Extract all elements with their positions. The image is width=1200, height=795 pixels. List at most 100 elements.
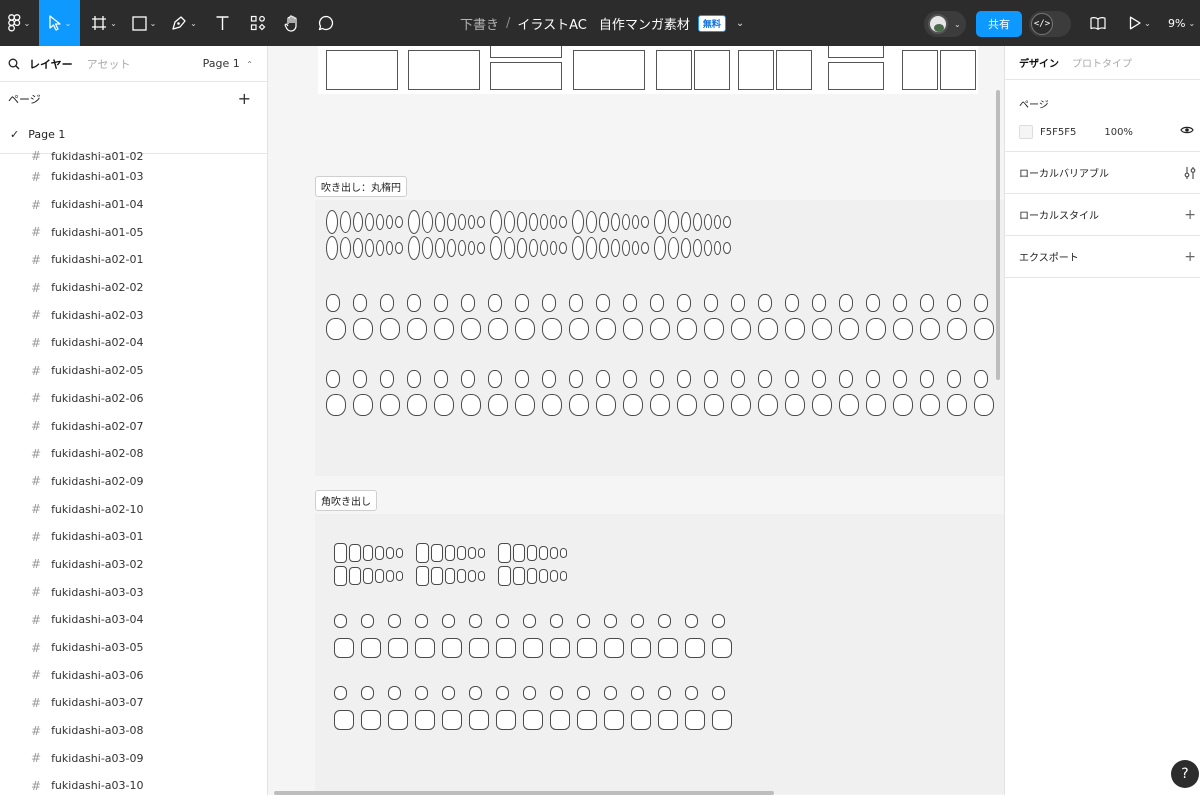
page-color-row[interactable]: F5F5F5 100% <box>1019 125 1200 139</box>
speech-bubble-thumbnail[interactable] <box>380 294 394 312</box>
speech-bubble-thumbnail[interactable] <box>677 318 697 340</box>
speech-bubble-thumbnail[interactable] <box>396 571 403 581</box>
speech-bubble-thumbnail[interactable] <box>386 215 393 229</box>
project-name[interactable]: イラストAC <box>517 14 586 33</box>
speech-bubble-thumbnail[interactable] <box>540 240 548 256</box>
speech-bubble-thumbnail[interactable] <box>650 294 664 312</box>
speech-bubble-thumbnail[interactable] <box>415 638 435 658</box>
speech-bubble-thumbnail[interactable] <box>685 686 698 700</box>
panel-frame[interactable] <box>408 50 480 90</box>
speech-bubble-thumbnail[interactable] <box>496 638 516 658</box>
speech-bubble-thumbnail[interactable] <box>388 710 408 730</box>
speech-bubble-thumbnail[interactable] <box>515 370 529 388</box>
add-page-icon[interactable]: + <box>238 91 251 107</box>
speech-bubble-thumbnail[interactable] <box>326 370 340 388</box>
speech-bubble-thumbnail[interactable] <box>654 236 666 260</box>
speech-bubble-thumbnail[interactable] <box>668 237 679 259</box>
speech-bubble-thumbnail[interactable] <box>622 214 630 230</box>
speech-bubble-thumbnail[interactable] <box>442 710 462 730</box>
add-style-icon[interactable]: + <box>1184 208 1196 222</box>
speech-bubble-thumbnail[interactable] <box>723 216 731 228</box>
speech-bubble-thumbnail[interactable] <box>542 318 562 340</box>
variables-settings-icon[interactable] <box>1184 166 1196 180</box>
speech-bubble-thumbnail[interactable] <box>540 214 548 230</box>
speech-bubble-thumbnail[interactable] <box>326 236 338 260</box>
speech-bubble-thumbnail[interactable] <box>469 686 482 700</box>
speech-bubble-thumbnail[interactable] <box>496 614 509 628</box>
layer-row[interactable]: # fukidashi-a02-01 <box>0 246 267 274</box>
layer-row[interactable]: # fukidashi-a03-05 <box>0 634 267 662</box>
design-canvas[interactable]: 吹き出し：丸楕円 角吹き出し <box>268 46 1004 795</box>
speech-bubble-thumbnail[interactable] <box>577 638 597 658</box>
speech-bubble-thumbnail[interactable] <box>334 638 354 658</box>
speech-bubble-thumbnail[interactable] <box>623 294 637 312</box>
speech-bubble-thumbnail[interactable] <box>504 211 515 233</box>
speech-bubble-thumbnail[interactable] <box>442 614 455 628</box>
speech-bubble-thumbnail[interactable] <box>340 237 351 259</box>
speech-bubble-thumbnail[interactable] <box>445 545 455 561</box>
speech-bubble-thumbnail[interactable] <box>812 294 826 312</box>
speech-bubble-thumbnail[interactable] <box>435 212 445 232</box>
speech-bubble-thumbnail[interactable] <box>641 216 649 228</box>
speech-bubble-thumbnail[interactable] <box>416 543 429 563</box>
tab-design[interactable]: デザイン <box>1019 55 1059 70</box>
speech-bubble-thumbnail[interactable] <box>431 567 443 585</box>
speech-bubble-thumbnail[interactable] <box>785 294 799 312</box>
speech-bubble-thumbnail[interactable] <box>550 215 557 229</box>
speech-bubble-thumbnail[interactable] <box>866 370 880 388</box>
speech-bubble-thumbnail[interactable] <box>586 237 597 259</box>
speech-bubble-thumbnail[interactable] <box>577 614 590 628</box>
layer-row[interactable]: # fukidashi-a03-08 <box>0 717 267 745</box>
speech-bubble-thumbnail[interactable] <box>758 294 772 312</box>
speech-bubble-thumbnail[interactable] <box>632 215 639 229</box>
panel-frame[interactable] <box>828 62 884 90</box>
speech-bubble-thumbnail[interactable] <box>380 394 400 416</box>
speech-bubble-thumbnail[interactable] <box>974 318 994 340</box>
speech-bubble-thumbnail[interactable] <box>523 638 543 658</box>
page-selector[interactable]: Page 1 ⌃ <box>203 57 253 70</box>
speech-bubble-thumbnail[interactable] <box>650 370 664 388</box>
panel-frame[interactable] <box>656 50 692 90</box>
speech-bubble-thumbnail[interactable] <box>604 710 624 730</box>
speech-bubble-thumbnail[interactable] <box>517 212 527 232</box>
speech-bubble-thumbnail[interactable] <box>334 710 354 730</box>
speech-bubble-thumbnail[interactable] <box>920 394 940 416</box>
speech-bubble-thumbnail[interactable] <box>529 239 538 257</box>
library-button[interactable] <box>1086 0 1110 46</box>
speech-bubble-thumbnail[interactable] <box>893 370 907 388</box>
speech-bubble-thumbnail[interactable] <box>604 686 617 700</box>
speech-bubble-thumbnail[interactable] <box>542 294 556 312</box>
speech-bubble-thumbnail[interactable] <box>498 543 511 563</box>
speech-bubble-thumbnail[interactable] <box>604 638 624 658</box>
speech-bubble-thumbnail[interactable] <box>504 237 515 259</box>
layer-row[interactable]: # fukidashi-a03-06 <box>0 661 267 689</box>
panel-frame[interactable] <box>490 62 562 90</box>
speech-bubble-thumbnail[interactable] <box>461 294 475 312</box>
section-label-square[interactable]: 角吹き出し <box>315 490 377 511</box>
layer-row[interactable]: # fukidashi-a02-04 <box>0 329 267 357</box>
speech-bubble-thumbnail[interactable] <box>434 318 454 340</box>
speech-bubble-thumbnail[interactable] <box>458 214 466 230</box>
speech-bubble-thumbnail[interactable] <box>658 638 678 658</box>
speech-bubble-thumbnail[interactable] <box>539 546 548 560</box>
speech-bubble-thumbnail[interactable] <box>974 294 988 312</box>
layer-row[interactable]: # fukidashi-a02-09 <box>0 468 267 496</box>
speech-bubble-thumbnail[interactable] <box>599 238 609 258</box>
speech-bubble-thumbnail[interactable] <box>947 394 967 416</box>
speech-bubble-thumbnail[interactable] <box>920 318 940 340</box>
layer-row[interactable]: # fukidashi-a01-03 <box>0 163 267 191</box>
speech-bubble-thumbnail[interactable] <box>353 238 363 258</box>
speech-bubble-thumbnail[interactable] <box>529 213 538 231</box>
speech-bubble-thumbnail[interactable] <box>572 236 584 260</box>
layer-row[interactable]: # fukidashi-a03-10 <box>0 772 267 795</box>
speech-bubble-thumbnail[interactable] <box>947 370 961 388</box>
speech-bubble-thumbnail[interactable] <box>712 710 732 730</box>
speech-bubble-thumbnail[interactable] <box>375 546 384 560</box>
speech-bubble-thumbnail[interactable] <box>704 394 724 416</box>
page-opacity-value[interactable]: 100% <box>1104 127 1133 138</box>
speech-bubble-thumbnail[interactable] <box>457 546 466 560</box>
tab-layers[interactable]: レイヤー <box>29 56 73 72</box>
layer-row[interactable]: # fukidashi-a02-07 <box>0 412 267 440</box>
speech-bubble-thumbnail[interactable] <box>542 370 556 388</box>
speech-bubble-thumbnail[interactable] <box>677 394 697 416</box>
